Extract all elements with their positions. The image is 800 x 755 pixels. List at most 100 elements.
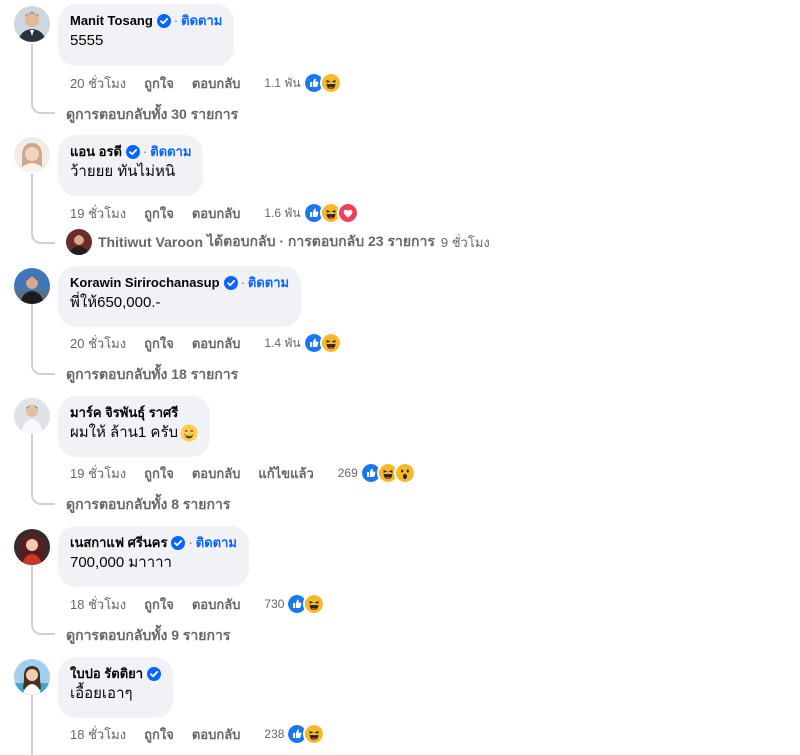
- avatar[interactable]: [14, 529, 50, 565]
- comment-text: 5555: [70, 32, 104, 49]
- avatar[interactable]: [14, 6, 50, 42]
- commenter-name[interactable]: Korawin Sirirochanasup: [70, 274, 220, 291]
- follow-button[interactable]: ติดตาม: [196, 534, 237, 551]
- haha-icon: [319, 72, 342, 94]
- like-button[interactable]: ถูกใจ: [144, 463, 174, 484]
- reaction-summary[interactable]: 1.1 พัน: [264, 72, 342, 94]
- verified-badge-icon: [126, 145, 140, 159]
- reaction-count: 1.1 พัน: [264, 75, 301, 90]
- view-replies-link[interactable]: ดูการตอบกลับทั้ง 18 รายการ: [66, 364, 238, 386]
- comment-text: เอื้อยเอาๆ: [70, 685, 133, 702]
- haha-icon: [303, 593, 326, 615]
- comment-time[interactable]: 19 ชั่วโมง: [70, 203, 126, 224]
- like-button[interactable]: ถูกใจ: [144, 203, 174, 224]
- reaction-count: 1.4 พัน: [264, 335, 301, 350]
- comment-text: ผมให้ ล้าน1 ครับ: [70, 423, 198, 443]
- comment-text-content: ผมให้ ล้าน1 ครับ: [70, 424, 179, 441]
- commenter-name[interactable]: Manit Tosang: [70, 12, 153, 29]
- follow-button[interactable]: ติดตาม: [150, 143, 191, 160]
- reaction-count: 269: [337, 466, 358, 480]
- thread-curve: [31, 100, 55, 114]
- reply-button[interactable]: ตอบกลับ: [192, 73, 241, 94]
- wow-icon: [393, 462, 416, 484]
- comment-time[interactable]: 19 ชั่วโมง: [70, 463, 126, 484]
- follow-button[interactable]: ติดตาม: [248, 274, 289, 291]
- verified-badge-icon: [157, 14, 171, 28]
- commenter-name[interactable]: มาร์ค จิรพันธุ์ ราศรี: [70, 404, 178, 421]
- comment-time[interactable]: 20 ชั่วโมง: [70, 333, 126, 354]
- reaction-summary[interactable]: 269: [338, 462, 416, 484]
- verified-badge-icon: [224, 276, 238, 290]
- separator-dot: ·: [173, 13, 179, 28]
- grinning-emoji-icon: [180, 424, 198, 442]
- comment-text: ว้ายยย ทันไม่หนิ: [70, 163, 176, 180]
- love-icon: [336, 202, 359, 224]
- view-replies-link[interactable]: ดูการตอบกลับทั้ง 9 รายการ: [66, 625, 230, 647]
- comment-bubble: Korawin Sirirochanasup · ติดตาม พี่ให้65…: [58, 266, 302, 327]
- comment-actions: 18 ชั่วโมง ถูกใจ ตอบกลับ 238: [70, 723, 326, 745]
- view-replies-link[interactable]: ดูการตอบกลับทั้ง 30 รายการ: [66, 104, 238, 126]
- separator-dot: ·: [188, 535, 193, 550]
- reply-preview[interactable]: Thitiwut Varoon ได้ตอบกลับ · การตอบกลับ …: [66, 229, 490, 255]
- reaction-summary[interactable]: 1.6 พัน: [264, 202, 359, 224]
- commenter-name[interactable]: แอน อรดี: [70, 143, 122, 160]
- comment-time[interactable]: 20 ชั่วโมง: [70, 73, 126, 94]
- reaction-count: 238: [264, 727, 285, 741]
- comment-actions: 18 ชั่วโมง ถูกใจ ตอบกลับ 730: [70, 593, 326, 615]
- like-button[interactable]: ถูกใจ: [144, 594, 174, 615]
- reply-time: 9 ชั่วโมง: [440, 234, 490, 250]
- reply-button[interactable]: ตอบกลับ: [192, 724, 241, 745]
- comment-time[interactable]: 18 ชั่วโมง: [70, 594, 126, 615]
- reply-author-name[interactable]: Thitiwut Varoon: [98, 234, 203, 250]
- comment-actions: 20 ชั่วโมง ถูกใจ ตอบกลับ 1.1 พัน: [70, 72, 342, 94]
- thread-line: [31, 695, 33, 755]
- separator-dot: ·: [240, 275, 245, 290]
- edited-label[interactable]: แก้ไขแล้ว: [258, 463, 313, 484]
- reply-button[interactable]: ตอบกลับ: [192, 594, 241, 615]
- commenter-name[interactable]: เนสกาแฟ ศรีนคร: [70, 534, 167, 551]
- reply-summary: ได้ตอบกลับ · การตอบกลับ 23 รายการ: [207, 233, 435, 249]
- comment-bubble: Manit Tosang · ติดตาม 5555: [58, 4, 235, 66]
- thread-curve: [31, 361, 55, 375]
- reaction-count: 730: [264, 597, 285, 611]
- reply-button[interactable]: ตอบกลับ: [192, 333, 241, 354]
- avatar[interactable]: [14, 398, 50, 434]
- thread-curve: [31, 621, 55, 635]
- avatar[interactable]: [14, 659, 50, 695]
- view-replies-link[interactable]: ดูการตอบกลับทั้ง 8 รายการ: [66, 494, 230, 516]
- comment-actions: 19 ชั่วโมง ถูกใจ ตอบกลับ แก้ไขแล้ว 269: [70, 462, 416, 484]
- reaction-summary[interactable]: 1.4 พัน: [264, 332, 342, 354]
- thread-line: [31, 174, 33, 232]
- avatar[interactable]: [14, 268, 50, 304]
- reaction-summary[interactable]: 238: [264, 723, 326, 745]
- comment-bubble: เนสกาแฟ ศรีนคร · ติดตาม 700,000 มาาาา: [58, 526, 249, 587]
- thread-curve: [31, 491, 55, 505]
- haha-icon: [319, 332, 342, 354]
- comment-time[interactable]: 18 ชั่วโมง: [70, 724, 126, 745]
- thread-curve: [31, 230, 55, 244]
- reply-button[interactable]: ตอบกลับ: [192, 463, 241, 484]
- follow-button[interactable]: ติดตาม: [181, 12, 222, 29]
- like-button[interactable]: ถูกใจ: [144, 333, 174, 354]
- comment-text: 700,000 มาาาา: [70, 554, 172, 571]
- reaction-count: 1.6 พัน: [264, 205, 301, 220]
- comment-bubble: ใบปอ รัตติยา เอื้อยเอาๆ: [58, 657, 174, 718]
- thread-line: [31, 565, 33, 623]
- thread-line: [31, 44, 33, 102]
- commenter-name[interactable]: ใบปอ รัตติยา: [70, 665, 143, 682]
- avatar[interactable]: [14, 137, 50, 173]
- thread-line: [31, 304, 33, 363]
- verified-badge-icon: [171, 536, 185, 550]
- reply-avatar[interactable]: [66, 229, 92, 255]
- verified-badge-icon: [147, 667, 161, 681]
- comment-actions: 20 ชั่วโมง ถูกใจ ตอบกลับ 1.4 พัน: [70, 332, 342, 354]
- comment-bubble: มาร์ค จิรพันธุ์ ราศรี ผมให้ ล้าน1 ครับ: [58, 396, 211, 457]
- comment-actions: 19 ชั่วโมง ถูกใจ ตอบกลับ 1.6 พัน: [70, 202, 359, 224]
- haha-icon: [303, 723, 326, 745]
- separator-dot: ·: [142, 144, 148, 159]
- reaction-summary[interactable]: 730: [264, 593, 326, 615]
- reply-button[interactable]: ตอบกลับ: [192, 203, 241, 224]
- like-button[interactable]: ถูกใจ: [144, 724, 174, 745]
- like-button[interactable]: ถูกใจ: [144, 73, 174, 94]
- thread-line: [31, 434, 33, 493]
